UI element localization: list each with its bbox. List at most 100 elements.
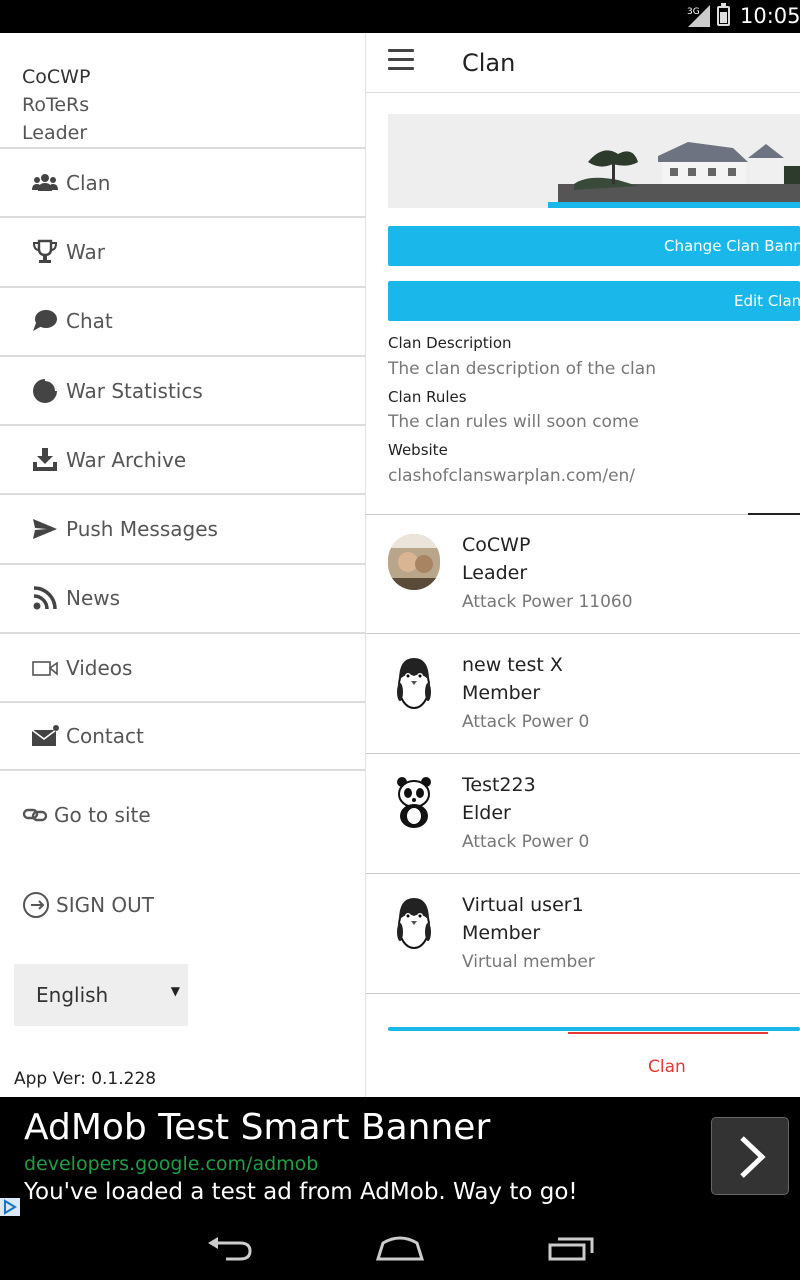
clan-banner-image [388,114,800,208]
ad-banner[interactable]: AdMob Test Smart Banner developers.googl… [0,1097,800,1217]
panda-avatar-icon [388,774,440,830]
clan-description-label: Clan Description [388,334,512,352]
chat-bubble-icon [30,306,60,336]
menu-item-label: Videos [66,655,133,680]
go-to-site-link[interactable]: Go to site [22,803,151,827]
menu-item-chat[interactable]: Chat [0,285,366,355]
toolbar: Clan [366,33,800,93]
member-role: Leader [462,562,528,584]
sign-out-label: SIGN OUT [56,893,155,917]
menu-item-label: Chat [66,309,113,334]
pie-chart-icon [30,376,60,406]
app-version: App Ver: 0.1.228 [14,1069,157,1089]
link-icon [22,808,48,822]
edit-clan-label: Edit Clan [734,292,800,310]
sign-out-button[interactable]: SIGN OUT [22,891,154,919]
clock: 10:05 [740,4,800,28]
recent-apps-icon[interactable] [548,1235,596,1263]
member-role: Member [462,682,541,704]
main-content: Clan Change Clan Banner [366,33,800,1097]
avatar [388,534,440,590]
back-icon[interactable] [206,1235,254,1263]
adchoices-icon[interactable] [0,1198,20,1216]
clan-rules-section: Clan Rules The clan rules will soon come [388,388,800,432]
home-icon[interactable] [375,1235,425,1263]
menu-item-label: News [66,586,121,611]
tab-clan[interactable]: Clan [648,1057,686,1077]
page-title: Clan [462,49,516,77]
member-attack-power: Attack Power 11060 [462,592,633,612]
penguin-avatar-icon [388,654,440,710]
go-to-site-label: Go to site [54,803,151,827]
user-name: CoCWP [22,66,91,88]
penguin-avatar-icon [388,894,440,950]
language-select[interactable]: English ▼ [14,964,188,1026]
drawer-menu: Clan War Chat War Statistics War Archive… [0,147,366,771]
clan-description-section: Clan Description The clan description of… [388,334,800,379]
member-row[interactable]: new test X Member Attack Power 0 [366,634,800,754]
member-name: Virtual user1 [462,894,584,916]
menu-hamburger-icon[interactable] [388,49,414,71]
sign-out-icon [23,892,49,918]
menu-item-war[interactable]: War [0,216,366,285]
menu-item-clan[interactable]: Clan [0,147,366,216]
menu-item-war-archive[interactable]: War Archive [0,424,366,493]
member-attack-power: Attack Power 0 [462,832,590,852]
users-icon [30,168,60,198]
svg-text:3G: 3G [687,7,700,17]
video-camera-icon [30,653,60,683]
navigation-drawer: CoCWP RoTeRs Leader Clan War Chat War St… [0,33,366,1097]
send-icon [30,514,60,544]
language-value: English [36,983,109,1007]
ad-title: AdMob Test Smart Banner [24,1107,491,1148]
menu-item-news[interactable]: News [0,562,366,632]
website-link[interactable]: clashofclanswarplan.com/en/ [388,466,800,486]
drawer-header: CoCWP RoTeRs Leader [22,63,90,147]
signal-icon: 3G [687,5,710,27]
menu-item-label: War [66,239,105,264]
ad-open-button[interactable] [711,1117,789,1195]
rss-icon [30,583,60,613]
member-row[interactable]: Test223 Elder Attack Power 0 [366,754,800,874]
member-subtitle: Virtual member [462,952,595,972]
menu-item-label: Clan [66,170,111,195]
house-landscape-image [388,114,800,208]
menu-item-push-messages[interactable]: Push Messages [0,493,366,562]
menu-item-videos[interactable]: Videos [0,632,366,701]
user-role: Leader [22,122,88,144]
chevron-right-icon [740,1136,766,1178]
menu-item-label: War Statistics [66,378,203,403]
mail-icon [30,721,60,751]
active-tab-indicator [568,1032,768,1034]
tab-bar-top-edge [388,1027,800,1031]
download-icon [30,445,60,475]
member-row[interactable]: Virtual user1 Member Virtual member [366,874,800,994]
clan-description-value: The clan description of the clan [388,359,656,379]
menu-item-label: Push Messages [66,517,218,542]
battery-icon [717,3,730,26]
clan-rules-value: The clan rules will soon come [388,412,639,432]
member-name: new test X [462,654,563,676]
system-navigation-bar [0,1217,800,1280]
clan-name: RoTeRs [22,94,90,116]
member-attack-power: Attack Power 0 [462,712,590,732]
menu-item-contact[interactable]: Contact [0,701,366,771]
website-section: Website clashofclanswarplan.com/en/ [388,441,800,486]
edit-clan-button[interactable]: Edit Clan [388,281,800,321]
clan-rules-label: Clan Rules [388,388,467,406]
member-row[interactable]: CoCWP Leader Attack Power 11060 [366,514,800,634]
menu-item-label: War Archive [66,447,187,472]
menu-item-war-statistics[interactable]: War Statistics [0,354,366,424]
ad-url[interactable]: developers.google.com/admob [24,1153,318,1175]
status-bar: 3G 10:05 [0,0,800,33]
menu-item-label: Contact [66,724,144,749]
website-label: Website [388,441,448,459]
change-clan-banner-button[interactable]: Change Clan Banner [388,226,800,266]
member-role: Member [462,922,541,944]
dropdown-arrow-icon: ▼ [170,984,180,998]
member-name: Test223 [462,774,536,796]
ad-text: You've loaded a test ad from AdMob. Way … [24,1179,578,1205]
member-name: CoCWP [462,534,531,556]
bottom-tab-bar: Clan [388,1027,800,1097]
change-clan-banner-label: Change Clan Banner [664,237,800,255]
